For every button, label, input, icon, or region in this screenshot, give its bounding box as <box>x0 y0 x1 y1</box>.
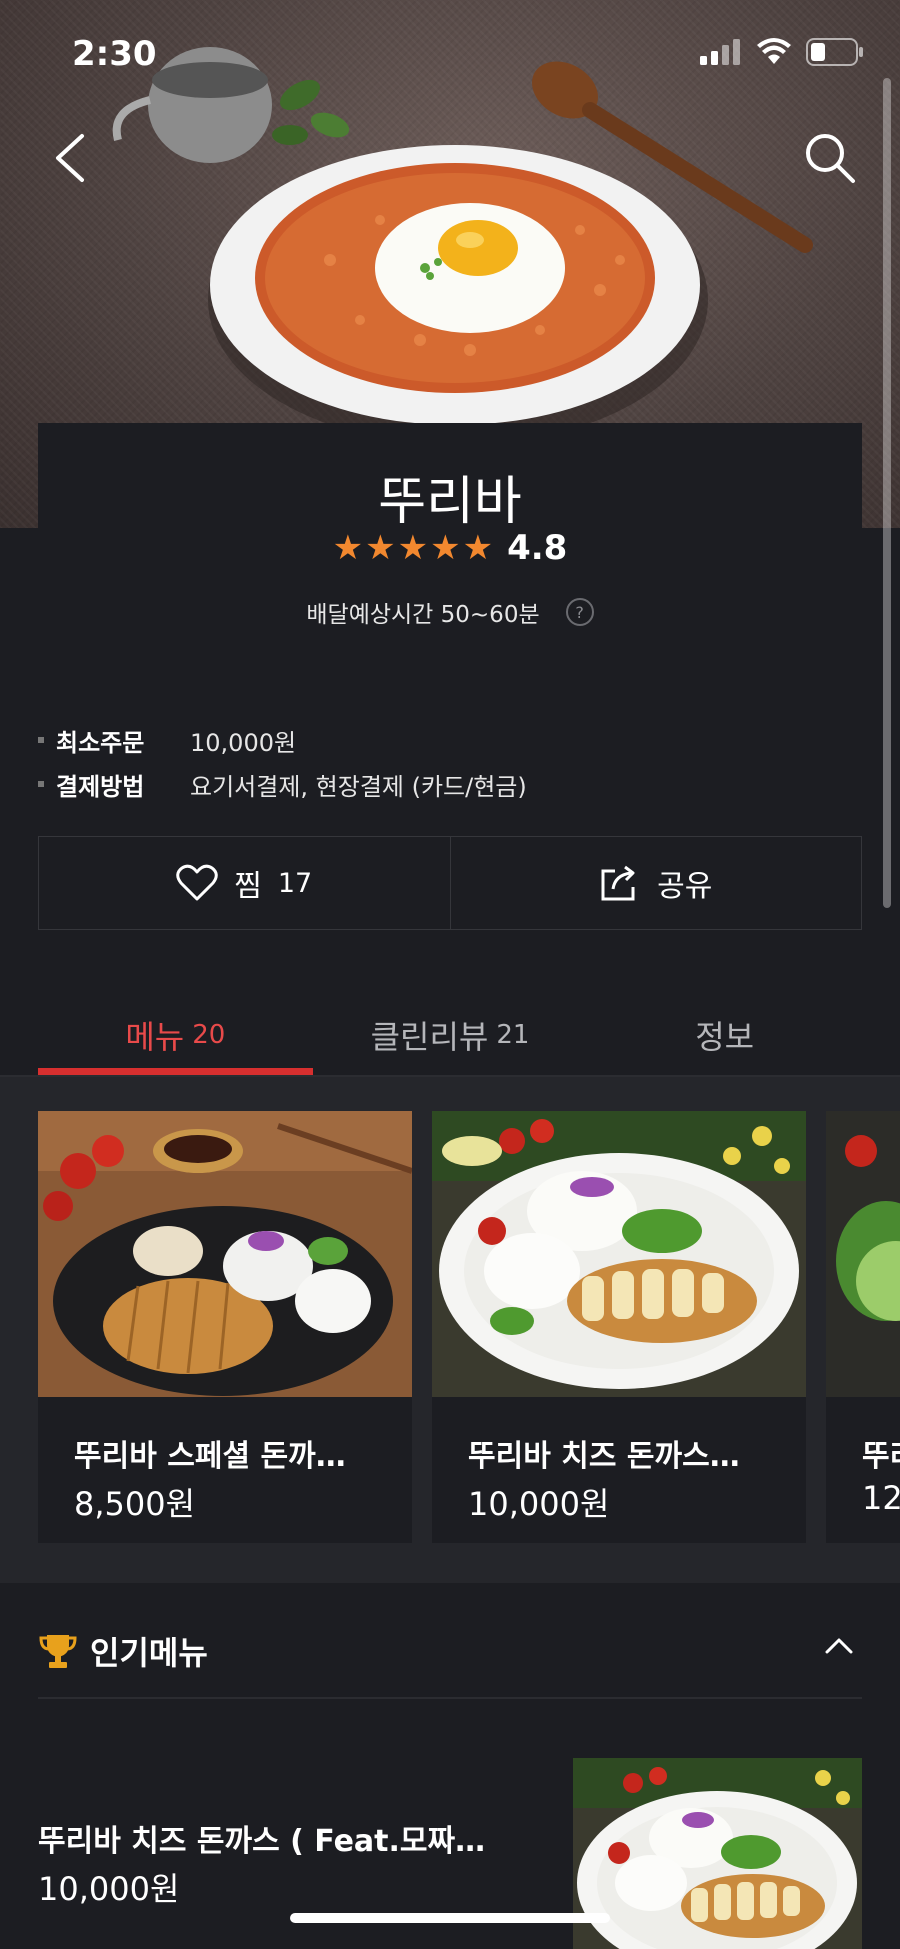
star-icon: ★ <box>462 528 494 568</box>
info-label: 최소주문 <box>56 728 145 757</box>
rating-value: 4.8 <box>507 528 568 568</box>
info-label: 결제방법 <box>56 772 145 801</box>
like-button[interactable]: 찜 17 <box>39 837 450 929</box>
menu-image <box>826 1111 900 1397</box>
tonkatsu-photo <box>38 1111 412 1397</box>
share-button[interactable]: 공유 <box>449 837 862 929</box>
status-time: 2:30 <box>72 34 157 74</box>
search-button[interactable] <box>790 118 870 198</box>
menu-name: 뚜리바 치즈 돈까스… <box>468 1439 740 1474</box>
star-icon: ★ <box>397 528 429 568</box>
menu-card[interactable]: 뚜리바 스페셜 돈까… 8,500원 <box>38 1111 412 1543</box>
menu-name: 뚜리바 스페셜 돈까… <box>74 1439 346 1474</box>
star-icon: ★ <box>332 528 364 568</box>
tab-info[interactable]: 정보 <box>587 995 862 1075</box>
search-icon <box>806 134 855 183</box>
trophy-icon <box>39 1634 77 1668</box>
cheese-tonkatsu-photo <box>573 1758 862 1949</box>
cheese-tonkatsu-photo <box>432 1111 806 1397</box>
popular-menu-title: 인기메뉴 <box>90 1633 208 1672</box>
star-icon: ★ <box>430 528 461 568</box>
delivery-time: 배달예상시간 50~60분 ? <box>38 595 862 629</box>
like-label: 찜 <box>234 869 262 904</box>
battery-icon <box>806 38 863 66</box>
menu-image <box>38 1111 412 1397</box>
wifi-icon <box>757 38 791 64</box>
store-info: 최소주문 10,000원 결제방법 요기서결제, 현장결제 (카드/현금) <box>38 718 862 806</box>
popular-item-name: 뚜리바 치즈 돈까스 ( Feat.모짜… <box>38 1824 486 1859</box>
info-row-min-order: 최소주문 10,000원 <box>38 718 862 762</box>
menu-card[interactable]: 뚜리 12 <box>826 1111 900 1543</box>
popular-menu-header[interactable]: 인기메뉴 <box>38 1604 862 1699</box>
rating-row: ★ ★ ★ ★ ★ 4.8 <box>38 528 862 568</box>
heart-icon <box>176 864 219 901</box>
tab-label: 메뉴 <box>125 1018 185 1056</box>
status-bar: 2:30 <box>0 0 900 110</box>
star-rating: ★ ★ ★ ★ ★ <box>333 531 493 565</box>
store-card: 뚜리바 ★ ★ ★ ★ ★ 4.8 배달예상시간 50~60분 ? <box>38 423 862 673</box>
tab-count: 20 <box>192 1020 226 1050</box>
menu-photo-partial <box>826 1111 900 1397</box>
menu-carousel[interactable]: 뚜리바 스페셜 돈까… 8,500원 뚜리바 치즈 돈까스… 10,000원 뚜… <box>0 1077 900 1583</box>
info-value: 10,000원 <box>190 728 297 757</box>
tab-label: 클린리뷰 <box>370 1018 489 1056</box>
menu-price: 8,500원 <box>74 1485 196 1523</box>
status-icons <box>700 38 864 66</box>
like-count: 17 <box>277 867 313 899</box>
menu-price: 10,000원 <box>468 1485 610 1523</box>
tab-bar: 메뉴 20 클린리뷰 21 정보 <box>38 995 862 1075</box>
share-icon <box>601 865 635 901</box>
tab-count: 21 <box>496 1020 530 1050</box>
help-icon[interactable]: ? <box>565 598 594 626</box>
tab-reviews[interactable]: 클린리뷰 21 <box>313 995 588 1075</box>
info-row-payment: 결제방법 요기서결제, 현장결제 (카드/현금) <box>38 762 862 806</box>
signal-icon <box>700 39 740 65</box>
delivery-time-label: 배달예상시간 50~60분 <box>306 602 540 628</box>
tab-label: 정보 <box>695 1018 755 1056</box>
menu-image <box>432 1111 806 1397</box>
back-button[interactable] <box>30 118 110 198</box>
popular-item-image <box>573 1758 862 1949</box>
chevron-up-icon[interactable] <box>824 1636 854 1656</box>
action-bar: 찜 17 공유 <box>38 836 862 930</box>
star-icon: ★ <box>365 528 396 568</box>
tab-menu[interactable]: 메뉴 20 <box>38 995 313 1075</box>
menu-card[interactable]: 뚜리바 치즈 돈까스… 10,000원 <box>432 1111 806 1543</box>
share-label: 공유 <box>657 869 713 904</box>
store-name: 뚜리바 <box>378 472 522 532</box>
bullet-icon <box>38 781 44 787</box>
bullet-icon <box>38 737 44 743</box>
scrollbar[interactable] <box>883 78 891 908</box>
popular-item-price: 10,000원 <box>38 1870 180 1908</box>
chevron-left-icon <box>56 134 84 182</box>
home-indicator[interactable] <box>290 1913 610 1923</box>
info-value: 요기서결제, 현장결제 (카드/현금) <box>190 772 527 801</box>
menu-price: 12 <box>862 1479 900 1517</box>
menu-name: 뚜리 <box>862 1439 900 1474</box>
